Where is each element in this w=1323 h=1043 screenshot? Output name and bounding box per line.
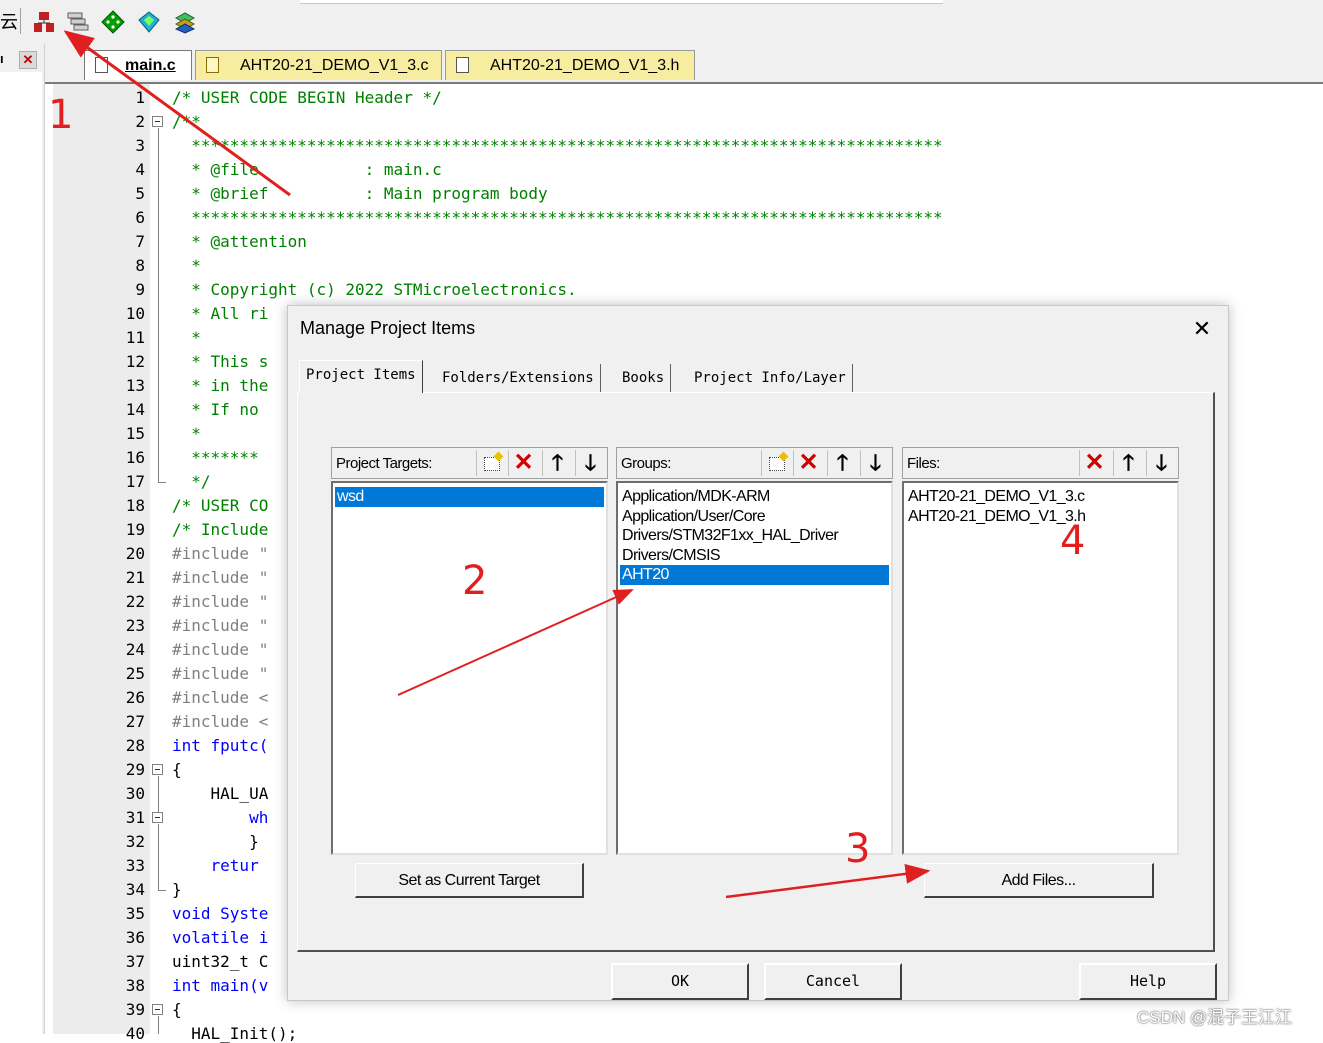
arrow-to-toolbar-icon: [63, 30, 291, 197]
annotation-1: 1: [48, 92, 74, 138]
annotation-arrows: [63, 30, 931, 899]
annotation-2: 2: [462, 558, 488, 604]
annotation-4: 4: [1060, 518, 1086, 564]
annotation-3: 3: [845, 826, 871, 872]
arrow-to-add-files: [725, 863, 931, 899]
watermark: CSDN @混子王江江: [1137, 1008, 1293, 1027]
arrow-to-group: [397, 589, 634, 696]
